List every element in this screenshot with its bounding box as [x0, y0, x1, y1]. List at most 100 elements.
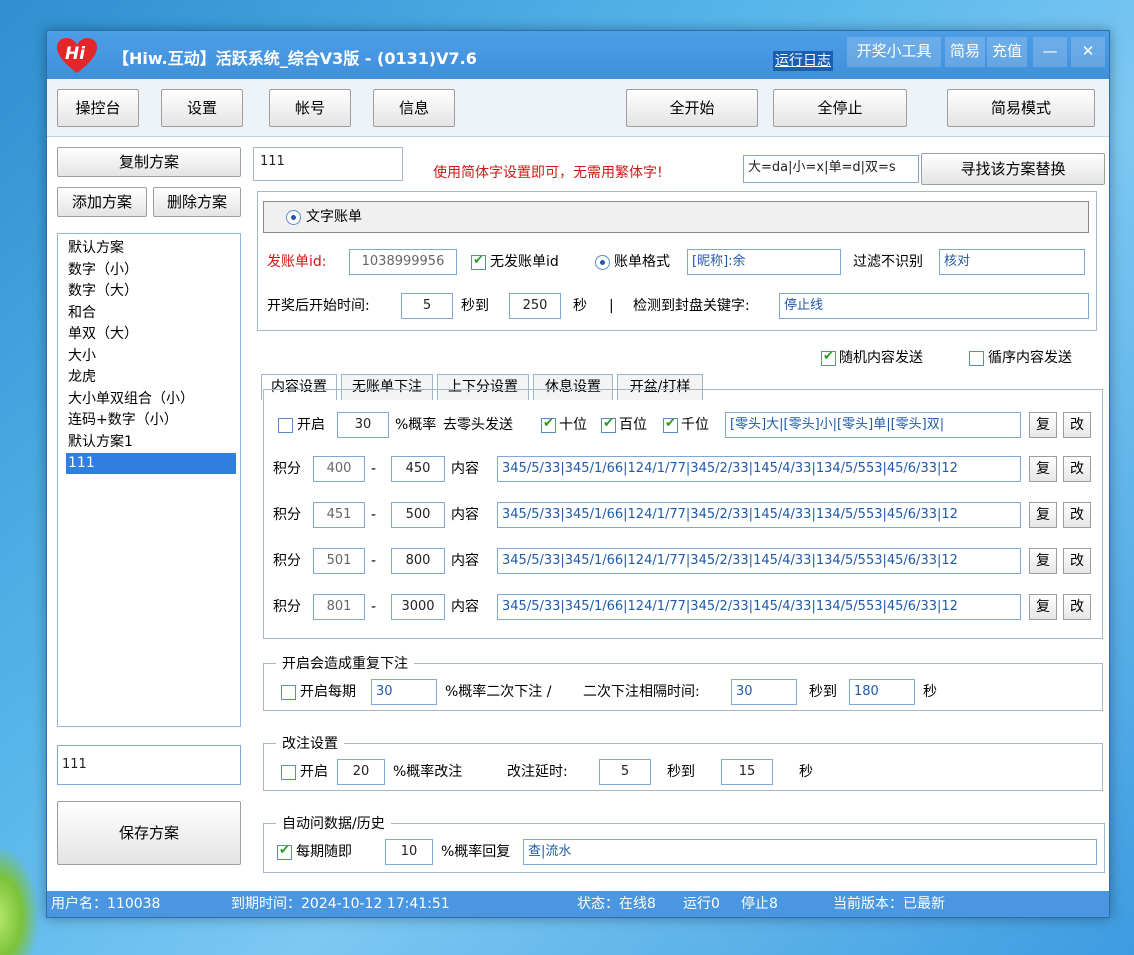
- start-to-input[interactable]: 250: [509, 293, 561, 319]
- account-button[interactable]: 帐号: [269, 89, 351, 127]
- loop-send-checkbox[interactable]: [969, 351, 984, 366]
- send-bill-id-input[interactable]: 1038999956: [349, 249, 457, 275]
- copy-button[interactable]: 复: [1029, 412, 1057, 438]
- tens-checkbox[interactable]: [541, 416, 556, 433]
- title-bar: Hi 【Hiw.互动】活跃系统_综合V3版 - (0131)V7.6 运行日志 …: [47, 31, 1109, 79]
- score-from-input[interactable]: 400: [313, 456, 365, 482]
- thousands-label: 千位: [681, 417, 709, 433]
- start-from-input[interactable]: 5: [401, 293, 453, 319]
- replace-rule-input[interactable]: 大=da|小=x|单=d|双=s: [743, 155, 919, 183]
- repeat-from-input[interactable]: 30: [731, 679, 797, 705]
- score-from-input[interactable]: 501: [313, 548, 365, 574]
- content-rate-input[interactable]: 30: [337, 412, 389, 438]
- plan-list-item[interactable]: 111: [66, 453, 236, 474]
- plan-list-item[interactable]: 默认方案: [66, 238, 236, 259]
- score-content-input[interactable]: 345/5/33|345/1/66|124/1/77|345/2/33|145/…: [497, 502, 1021, 528]
- plan-list-item[interactable]: 单双（大）: [66, 324, 236, 345]
- text-bill-bar: 文字账单: [263, 201, 1089, 233]
- info-button[interactable]: 信息: [373, 89, 455, 127]
- plan-name-input[interactable]: 111: [57, 745, 241, 785]
- console-button[interactable]: 操控台: [57, 89, 139, 127]
- score-to-input[interactable]: 3000: [391, 594, 445, 620]
- edit-button[interactable]: 改: [1063, 456, 1091, 482]
- bill-format-radio[interactable]: [595, 255, 610, 270]
- modify-from-input[interactable]: 5: [599, 759, 651, 785]
- auto-ask-rate-input[interactable]: 10: [385, 839, 433, 865]
- no-bill-id-label: 无发账单id: [490, 254, 559, 270]
- plan-name-tab[interactable]: 111: [253, 147, 403, 181]
- simple-button[interactable]: 简易: [945, 37, 985, 67]
- score-to-input[interactable]: 500: [391, 502, 445, 528]
- status-version: 当前版本：已最新: [833, 896, 945, 912]
- plan-list-item[interactable]: 数字（小）: [66, 260, 236, 281]
- thousands-checkbox[interactable]: [663, 416, 678, 433]
- plan-list-item[interactable]: 连码+数字（小）: [66, 410, 236, 431]
- repeat-enable-checkbox[interactable]: [281, 685, 296, 700]
- score-content-input[interactable]: 345/5/33|345/1/66|124/1/77|345/2/33|145/…: [497, 456, 1021, 482]
- copy-button[interactable]: 复: [1029, 456, 1057, 482]
- run-log-link[interactable]: 运行日志: [773, 51, 833, 71]
- text-bill-radio[interactable]: [286, 210, 301, 225]
- repeat-sec-to-label: 秒到: [809, 684, 837, 700]
- modify-sec-label: 秒: [799, 764, 813, 780]
- content-label: 内容: [451, 461, 479, 477]
- settings-button[interactable]: 设置: [161, 89, 243, 127]
- score-content-input[interactable]: 345/5/33|345/1/66|124/1/77|345/2/33|145/…: [497, 594, 1021, 620]
- auto-ask-enable-checkbox[interactable]: [277, 843, 292, 860]
- score-to-input[interactable]: 800: [391, 548, 445, 574]
- auto-ask-reply-input[interactable]: 查|流水: [523, 839, 1097, 865]
- modify-enable-checkbox[interactable]: [281, 765, 296, 780]
- plan-list-item[interactable]: 和合: [66, 303, 236, 324]
- lottery-tool-button[interactable]: 开奖小工具: [847, 37, 941, 67]
- close-keyword-input[interactable]: 停止线: [779, 293, 1089, 319]
- plan-list-item[interactable]: 龙虎: [66, 367, 236, 388]
- edit-button[interactable]: 改: [1063, 412, 1091, 438]
- repeat-rate-input[interactable]: 30: [371, 679, 437, 705]
- modify-sec-to-label: 秒到: [667, 764, 695, 780]
- random-send-label: 随机内容发送: [839, 350, 923, 366]
- bill-format-label: 账单格式: [614, 254, 670, 270]
- copy-plan-button[interactable]: 复制方案: [57, 147, 241, 177]
- plan-list-item[interactable]: 大小: [66, 346, 236, 367]
- start-all-button[interactable]: 全开始: [626, 89, 758, 127]
- filter-input[interactable]: 核对: [939, 249, 1085, 275]
- score-content-input[interactable]: 345/5/33|345/1/66|124/1/77|345/2/33|145/…: [497, 548, 1021, 574]
- modify-group-title: 改注设置: [276, 733, 344, 753]
- copy-button[interactable]: 复: [1029, 594, 1057, 620]
- simple-mode-button[interactable]: 简易模式: [947, 89, 1095, 127]
- modify-rate-input[interactable]: 20: [337, 759, 385, 785]
- recharge-button[interactable]: 充值: [987, 37, 1027, 67]
- edit-button[interactable]: 改: [1063, 548, 1091, 574]
- copy-button[interactable]: 复: [1029, 548, 1057, 574]
- content-enable-label: 开启: [297, 417, 325, 433]
- score-dash: -: [371, 507, 377, 523]
- save-plan-button[interactable]: 保存方案: [57, 801, 241, 865]
- random-send-checkbox[interactable]: [821, 349, 836, 366]
- score-to-input[interactable]: 450: [391, 456, 445, 482]
- plan-list-item[interactable]: 数字（大）: [66, 281, 236, 302]
- delete-plan-button[interactable]: 删除方案: [153, 187, 241, 217]
- content-enable-checkbox[interactable]: [278, 418, 293, 433]
- close-button[interactable]: ✕: [1071, 37, 1105, 67]
- modify-to-input[interactable]: 15: [721, 759, 773, 785]
- add-plan-button[interactable]: 添加方案: [57, 187, 147, 217]
- edit-button[interactable]: 改: [1063, 502, 1091, 528]
- plan-list-item[interactable]: 默认方案1: [66, 432, 236, 453]
- score-from-input[interactable]: 451: [313, 502, 365, 528]
- first-content-input[interactable]: [零头]大|[零头]小|[零头]单|[零头]双|: [725, 412, 1021, 438]
- plan-list-item[interactable]: 大小单双组合（小）: [66, 389, 236, 410]
- stop-all-button[interactable]: 全停止: [773, 89, 907, 127]
- text-bill-label: 文字账单: [306, 209, 362, 225]
- repeat-to-input[interactable]: 180: [849, 679, 915, 705]
- hundreds-checkbox[interactable]: [601, 416, 616, 433]
- score-from-input[interactable]: 801: [313, 594, 365, 620]
- minimize-button[interactable]: —: [1033, 37, 1067, 67]
- no-bill-id-checkbox[interactable]: [471, 253, 486, 270]
- copy-button[interactable]: 复: [1029, 502, 1057, 528]
- start-sec-label: 秒: [573, 298, 587, 314]
- edit-button[interactable]: 改: [1063, 594, 1091, 620]
- plan-list[interactable]: 默认方案 数字（小） 数字（大） 和合 单双（大） 大小 龙虎 大小单双组合（小） 连码+数字（…: [57, 233, 241, 727]
- find-replace-button[interactable]: 寻找该方案替换: [921, 153, 1105, 185]
- bill-format-input[interactable]: [昵称]:余: [687, 249, 841, 275]
- logo-text: Hi: [65, 44, 86, 64]
